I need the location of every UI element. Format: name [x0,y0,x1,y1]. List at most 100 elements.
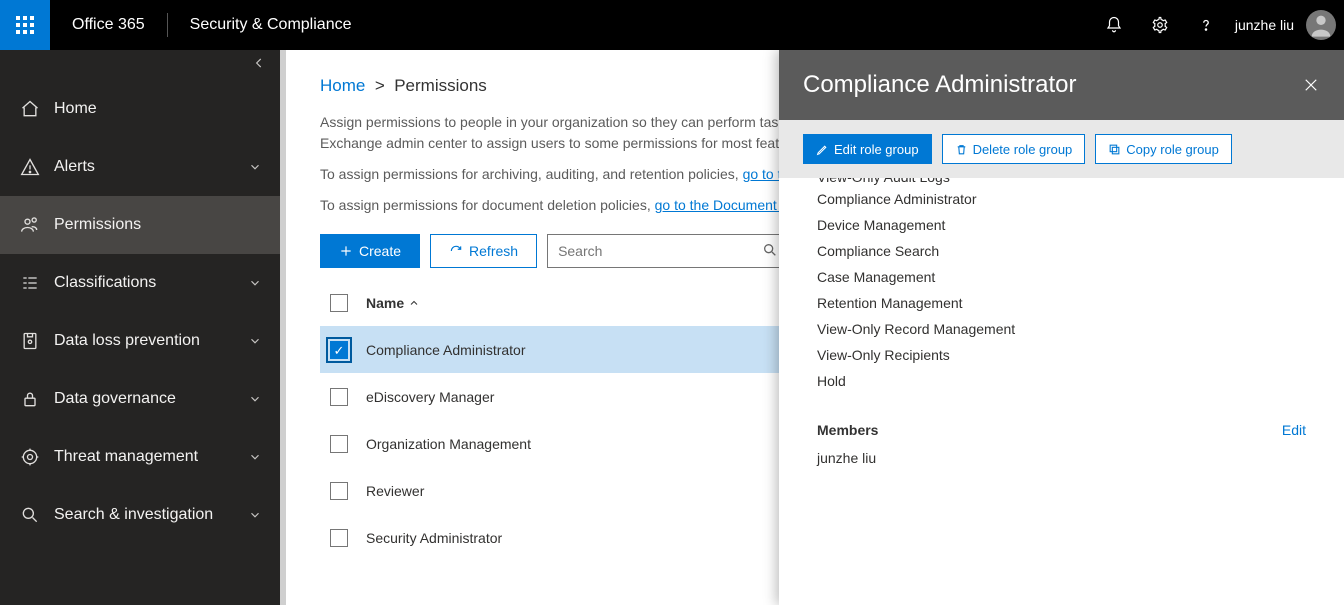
delete-role-group-button[interactable]: Delete role group [942,134,1086,164]
close-icon [1302,76,1320,94]
sidebar-item-alerts[interactable]: Alerts [0,138,280,196]
breadcrumb-current: Permissions [394,76,487,95]
refresh-label: Refresh [469,243,518,259]
sidebar-item-label: Classifications [54,274,248,292]
sidebar: Home Alerts Permissions Classifications … [0,50,280,605]
collapse-sidebar-button[interactable] [252,56,266,70]
copy-label: Copy role group [1126,142,1219,157]
edit-role-group-button[interactable]: Edit role group [803,134,932,164]
sidebar-item-label: Data governance [54,390,248,408]
panel-body[interactable]: View-Only Audit Logs Compliance Administ… [779,178,1344,605]
create-button[interactable]: Create [320,234,420,268]
sidebar-item-label: Alerts [54,158,248,176]
search-inv-icon [18,505,42,525]
avatar-icon [1307,11,1335,39]
row-checkbox[interactable] [330,341,348,359]
chevron-left-icon [252,56,266,70]
role-list-item: Compliance Administrator [817,186,1306,212]
search-input[interactable] [558,243,756,259]
bell-icon [1105,16,1123,34]
desc-text: To assign permissions for archiving, aud… [320,166,743,182]
sidebar-item-home[interactable]: Home [0,80,280,138]
column-name-label: Name [366,295,404,311]
sidebar-item-label: Home [54,100,262,118]
row-checkbox[interactable] [330,435,348,453]
close-panel-button[interactable] [1302,76,1320,94]
create-label: Create [359,243,401,259]
sidebar-item-classifications[interactable]: Classifications [0,254,280,312]
app-launcher-button[interactable] [0,0,50,50]
user-name[interactable]: junzhe liu [1229,17,1306,33]
pencil-icon [816,143,829,156]
panel-title: Compliance Administrator [803,71,1076,99]
role-list-item: Device Management [817,212,1306,238]
chevron-down-icon [248,392,262,406]
brand-label[interactable]: Office 365 [50,16,167,34]
select-all-checkbox[interactable] [330,294,348,312]
gear-icon [1151,16,1169,34]
column-name[interactable]: Name [366,295,420,311]
row-name: eDiscovery Manager [366,389,494,405]
role-list-item: Hold [817,368,1306,394]
home-icon [18,99,42,119]
search-icon[interactable] [762,242,778,258]
role-list-item: Retention Management [817,290,1306,316]
sidebar-item-governance[interactable]: Data governance [0,370,280,428]
role-list-item: Compliance Search [817,238,1306,264]
governance-icon [18,389,42,409]
search-box[interactable] [547,234,787,268]
sidebar-item-permissions[interactable]: Permissions [0,196,280,254]
classifications-icon [18,273,42,293]
sidebar-item-label: Data loss prevention [54,332,248,350]
copy-role-group-button[interactable]: Copy role group [1095,134,1232,164]
members-section-header: Members Edit [817,422,1306,438]
breadcrumb-home-link[interactable]: Home [320,76,365,95]
row-checkbox[interactable] [330,529,348,547]
row-checkbox[interactable] [330,482,348,500]
notifications-button[interactable] [1091,0,1137,50]
refresh-button[interactable]: Refresh [430,234,537,268]
chevron-down-icon [248,276,262,290]
shell: Home Alerts Permissions Classifications … [0,50,1344,605]
sidebar-item-label: Permissions [54,216,262,234]
row-name: Compliance Administrator [366,342,526,358]
threat-icon [18,447,42,467]
chevron-down-icon [248,508,262,522]
edit-members-link[interactable]: Edit [1282,422,1306,438]
sort-asc-icon [408,297,420,309]
sidebar-item-search-investigation[interactable]: Search & investigation [0,486,280,544]
refresh-icon [449,244,463,258]
permissions-icon [18,215,42,235]
avatar[interactable] [1306,10,1336,40]
help-icon [1197,16,1215,34]
edit-label: Edit role group [834,142,919,157]
row-name: Reviewer [366,483,424,499]
details-panel: Compliance Administrator Edit role group… [779,50,1344,605]
role-list-item: View-Only Record Management [817,316,1306,342]
panel-header: Compliance Administrator [779,50,1344,120]
role-list-item: View-Only Audit Logs [817,178,950,186]
chevron-down-icon [248,334,262,348]
help-button[interactable] [1183,0,1229,50]
panel-action-bar: Edit role group Delete role group Copy r… [779,120,1344,178]
row-name: Security Administrator [366,530,502,546]
sidebar-item-label: Search & investigation [54,506,248,524]
role-list-item: Case Management [817,264,1306,290]
role-list-item: View-Only Recipients [817,342,1306,368]
sidebar-item-label: Threat management [54,448,248,466]
row-checkbox[interactable] [330,388,348,406]
sidebar-item-dlp[interactable]: Data loss prevention [0,312,280,370]
settings-button[interactable] [1137,0,1183,50]
trash-icon [955,143,968,156]
alert-icon [18,157,42,177]
desc-text: To assign permissions for document delet… [320,197,655,213]
waffle-icon [16,16,34,34]
dlp-icon [18,331,42,351]
copy-icon [1108,143,1121,156]
app-title: Security & Compliance [168,16,374,34]
chevron-down-icon [248,450,262,464]
sidebar-item-threat[interactable]: Threat management [0,428,280,486]
delete-label: Delete role group [973,142,1073,157]
members-label: Members [817,422,878,438]
row-name: Organization Management [366,436,531,452]
